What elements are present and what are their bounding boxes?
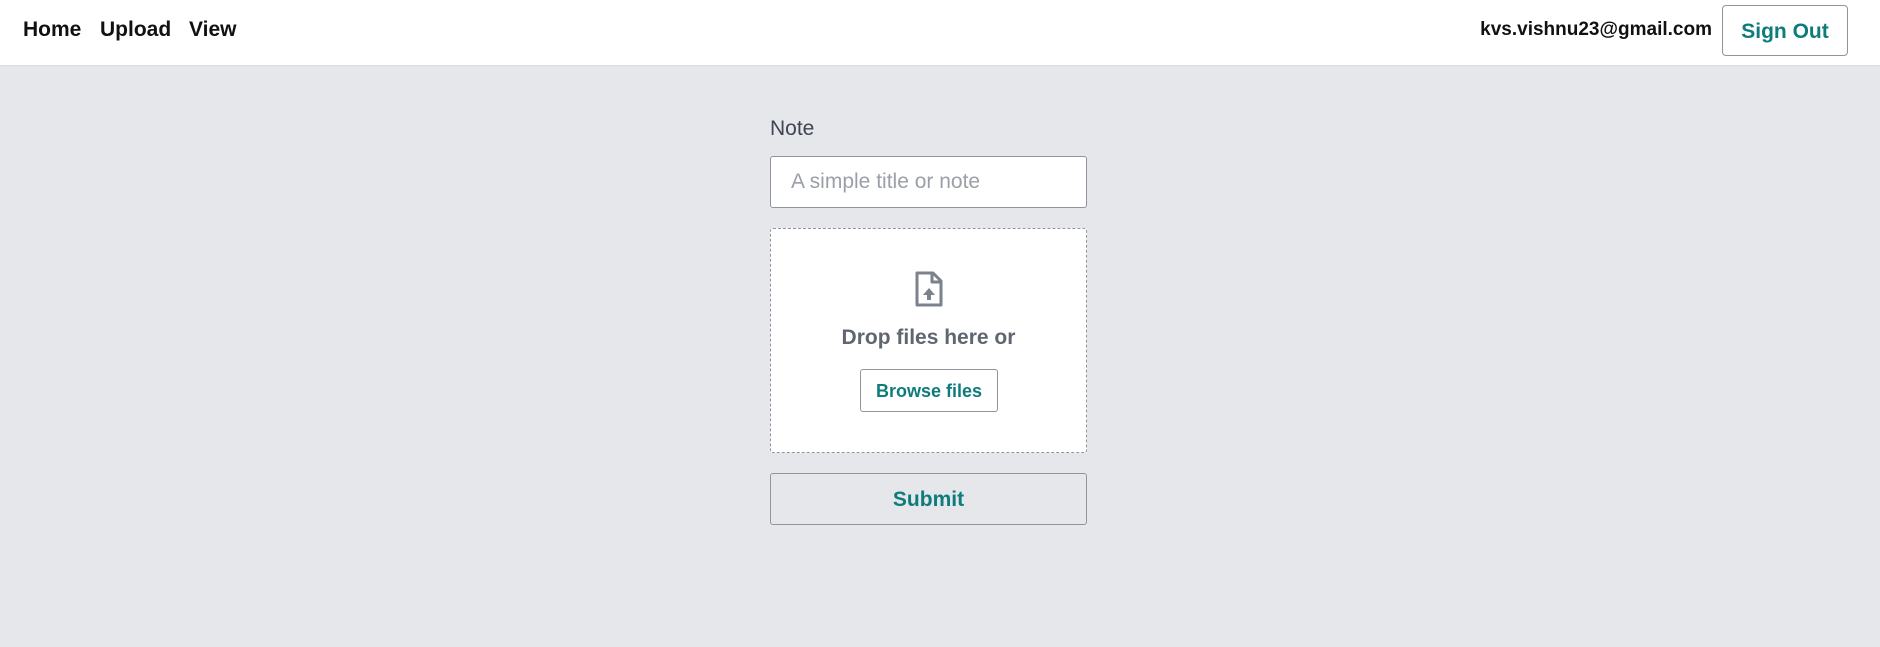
upload-form: Note Drop files here or Browse files Sub… xyxy=(770,116,1087,525)
note-label: Note xyxy=(770,117,815,140)
submit-button[interactable]: Submit xyxy=(770,473,1087,525)
browse-files-button[interactable]: Browse files xyxy=(860,369,998,412)
dropzone-text: Drop files here or xyxy=(841,326,1016,349)
file-upload-icon xyxy=(915,271,943,307)
nav-upload-link[interactable]: Upload xyxy=(100,0,171,60)
nav-view-link[interactable]: View xyxy=(189,0,236,60)
sign-out-button[interactable]: Sign Out xyxy=(1722,5,1848,56)
top-nav-bar: Home Upload View kvs.vishnu23@gmail.com … xyxy=(0,0,1880,66)
user-email: kvs.vishnu23@gmail.com xyxy=(1480,19,1712,40)
nav-home-link[interactable]: Home xyxy=(23,0,81,60)
file-dropzone[interactable]: Drop files here or Browse files xyxy=(770,228,1087,453)
note-input[interactable] xyxy=(770,156,1087,208)
